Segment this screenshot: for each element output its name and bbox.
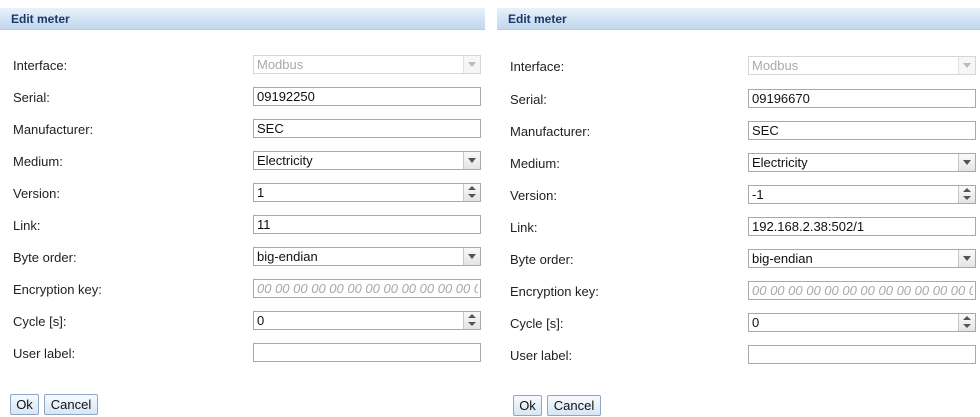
edit-meter-dialog-2: Edit meter Interface: Modbus Serial: 091… xyxy=(497,0,980,417)
cycle-value: 0 xyxy=(752,315,760,330)
byte-order-label: Byte order: xyxy=(13,250,77,265)
serial-label: Serial: xyxy=(510,92,547,107)
medium-label: Medium: xyxy=(13,154,63,169)
dialog-title: Edit meter xyxy=(508,12,567,26)
byte-order-row: Byte order: big-endian xyxy=(497,249,980,271)
interface-select: Modbus xyxy=(253,55,481,74)
interface-value: Modbus xyxy=(752,58,799,73)
version-row: Version: 1 xyxy=(0,183,485,205)
cycle-row: Cycle [s]: 0 xyxy=(497,313,980,335)
encryption-key-placeholder: 00 00 00 00 00 00 00 00 00 00 00 00 00 0… xyxy=(752,283,973,298)
cycle-row: Cycle [s]: 0 xyxy=(0,311,485,333)
version-label: Version: xyxy=(13,186,60,201)
spinner-arrows-icon[interactable] xyxy=(463,184,480,201)
medium-label: Medium: xyxy=(510,156,560,171)
encryption-key-row: Encryption key: 00 00 00 00 00 00 00 00 … xyxy=(0,279,485,301)
chevron-down-icon[interactable] xyxy=(958,154,975,171)
user-label-row: User label: xyxy=(0,343,485,365)
interface-row: Interface: Modbus xyxy=(0,55,485,77)
cycle-label: Cycle [s]: xyxy=(510,316,564,331)
encryption-key-input[interactable]: 00 00 00 00 00 00 00 00 00 00 00 00 00 0… xyxy=(253,279,481,298)
encryption-key-label: Encryption key: xyxy=(13,282,102,297)
interface-label: Interface: xyxy=(510,59,565,74)
dialog-title-bar: Edit meter xyxy=(497,8,980,30)
cycle-spinner[interactable]: 0 xyxy=(253,311,481,330)
byte-order-row: Byte order: big-endian xyxy=(0,247,485,269)
link-input[interactable]: 192.168.2.38:502/1 xyxy=(748,217,976,236)
encryption-key-placeholder: 00 00 00 00 00 00 00 00 00 00 00 00 00 0… xyxy=(257,281,478,296)
chevron-down-icon[interactable] xyxy=(463,248,480,265)
user-label-input[interactable] xyxy=(253,343,481,362)
medium-value: Electricity xyxy=(257,153,313,168)
encryption-key-label: Encryption key: xyxy=(510,284,599,299)
serial-input[interactable]: 09196670 xyxy=(748,89,976,108)
medium-value: Electricity xyxy=(752,155,808,170)
byte-order-select[interactable]: big-endian xyxy=(748,249,976,268)
version-label: Version: xyxy=(510,188,557,203)
byte-order-value: big-endian xyxy=(752,251,813,266)
ok-button[interactable]: Ok xyxy=(10,394,39,415)
cycle-spinner[interactable]: 0 xyxy=(748,313,976,332)
version-row: Version: -1 xyxy=(497,185,980,207)
manufacturer-label: Manufacturer: xyxy=(510,124,591,139)
version-value: 1 xyxy=(257,185,265,200)
spinner-arrows-icon[interactable] xyxy=(958,186,975,203)
byte-order-value: big-endian xyxy=(257,249,318,264)
link-input[interactable]: 11 xyxy=(253,215,481,234)
cycle-label: Cycle [s]: xyxy=(13,314,67,329)
chevron-down-icon xyxy=(463,56,480,73)
interface-label: Interface: xyxy=(13,58,68,73)
spinner-arrows-icon[interactable] xyxy=(463,312,480,329)
ok-button[interactable]: Ok xyxy=(513,395,542,416)
chevron-down-icon[interactable] xyxy=(463,152,480,169)
byte-order-label: Byte order: xyxy=(510,252,574,267)
encryption-key-input[interactable]: 00 00 00 00 00 00 00 00 00 00 00 00 00 0… xyxy=(748,281,976,300)
manufacturer-label: Manufacturer: xyxy=(13,122,94,137)
edit-meter-dialog-1: Edit meter Interface: Modbus Serial: 091… xyxy=(0,0,485,417)
version-value: -1 xyxy=(752,187,764,202)
link-row: Link: 192.168.2.38:502/1 xyxy=(497,217,980,239)
link-label: Link: xyxy=(13,218,41,233)
serial-value: 09192250 xyxy=(257,89,315,104)
byte-order-select[interactable]: big-endian xyxy=(253,247,481,266)
serial-input[interactable]: 09192250 xyxy=(253,87,481,106)
version-spinner[interactable]: -1 xyxy=(748,185,976,204)
medium-select[interactable]: Electricity xyxy=(748,153,976,172)
serial-row: Serial: 09196670 xyxy=(497,89,980,111)
link-value: 192.168.2.38:502/1 xyxy=(752,219,865,234)
user-label-label: User label: xyxy=(510,348,573,363)
user-label-label: User label: xyxy=(13,346,76,361)
interface-row: Interface: Modbus xyxy=(497,56,980,78)
interface-select: Modbus xyxy=(748,56,976,75)
chevron-down-icon xyxy=(958,57,975,74)
serial-label: Serial: xyxy=(13,90,50,105)
user-label-input[interactable] xyxy=(748,345,976,364)
dialog-title: Edit meter xyxy=(11,12,70,26)
user-label-row: User label: xyxy=(497,345,980,367)
serial-row: Serial: 09192250 xyxy=(0,87,485,109)
manufacturer-input[interactable]: SEC xyxy=(253,119,481,138)
manufacturer-row: Manufacturer: SEC xyxy=(0,119,485,141)
link-label: Link: xyxy=(510,220,538,235)
cancel-button[interactable]: Cancel xyxy=(547,395,601,416)
medium-select[interactable]: Electricity xyxy=(253,151,481,170)
link-value: 11 xyxy=(257,217,271,232)
dialog-title-bar: Edit meter xyxy=(0,8,485,30)
medium-row: Medium: Electricity xyxy=(0,151,485,173)
spinner-arrows-icon[interactable] xyxy=(958,314,975,331)
manufacturer-input[interactable]: SEC xyxy=(748,121,976,140)
version-spinner[interactable]: 1 xyxy=(253,183,481,202)
cycle-value: 0 xyxy=(257,313,265,328)
manufacturer-value: SEC xyxy=(257,121,284,136)
chevron-down-icon[interactable] xyxy=(958,250,975,267)
serial-value: 09196670 xyxy=(752,91,810,106)
medium-row: Medium: Electricity xyxy=(497,153,980,175)
link-row: Link: 11 xyxy=(0,215,485,237)
encryption-key-row: Encryption key: 00 00 00 00 00 00 00 00 … xyxy=(497,281,980,303)
cancel-button[interactable]: Cancel xyxy=(44,394,98,415)
manufacturer-row: Manufacturer: SEC xyxy=(497,121,980,143)
manufacturer-value: SEC xyxy=(752,123,779,138)
interface-value: Modbus xyxy=(257,57,304,72)
